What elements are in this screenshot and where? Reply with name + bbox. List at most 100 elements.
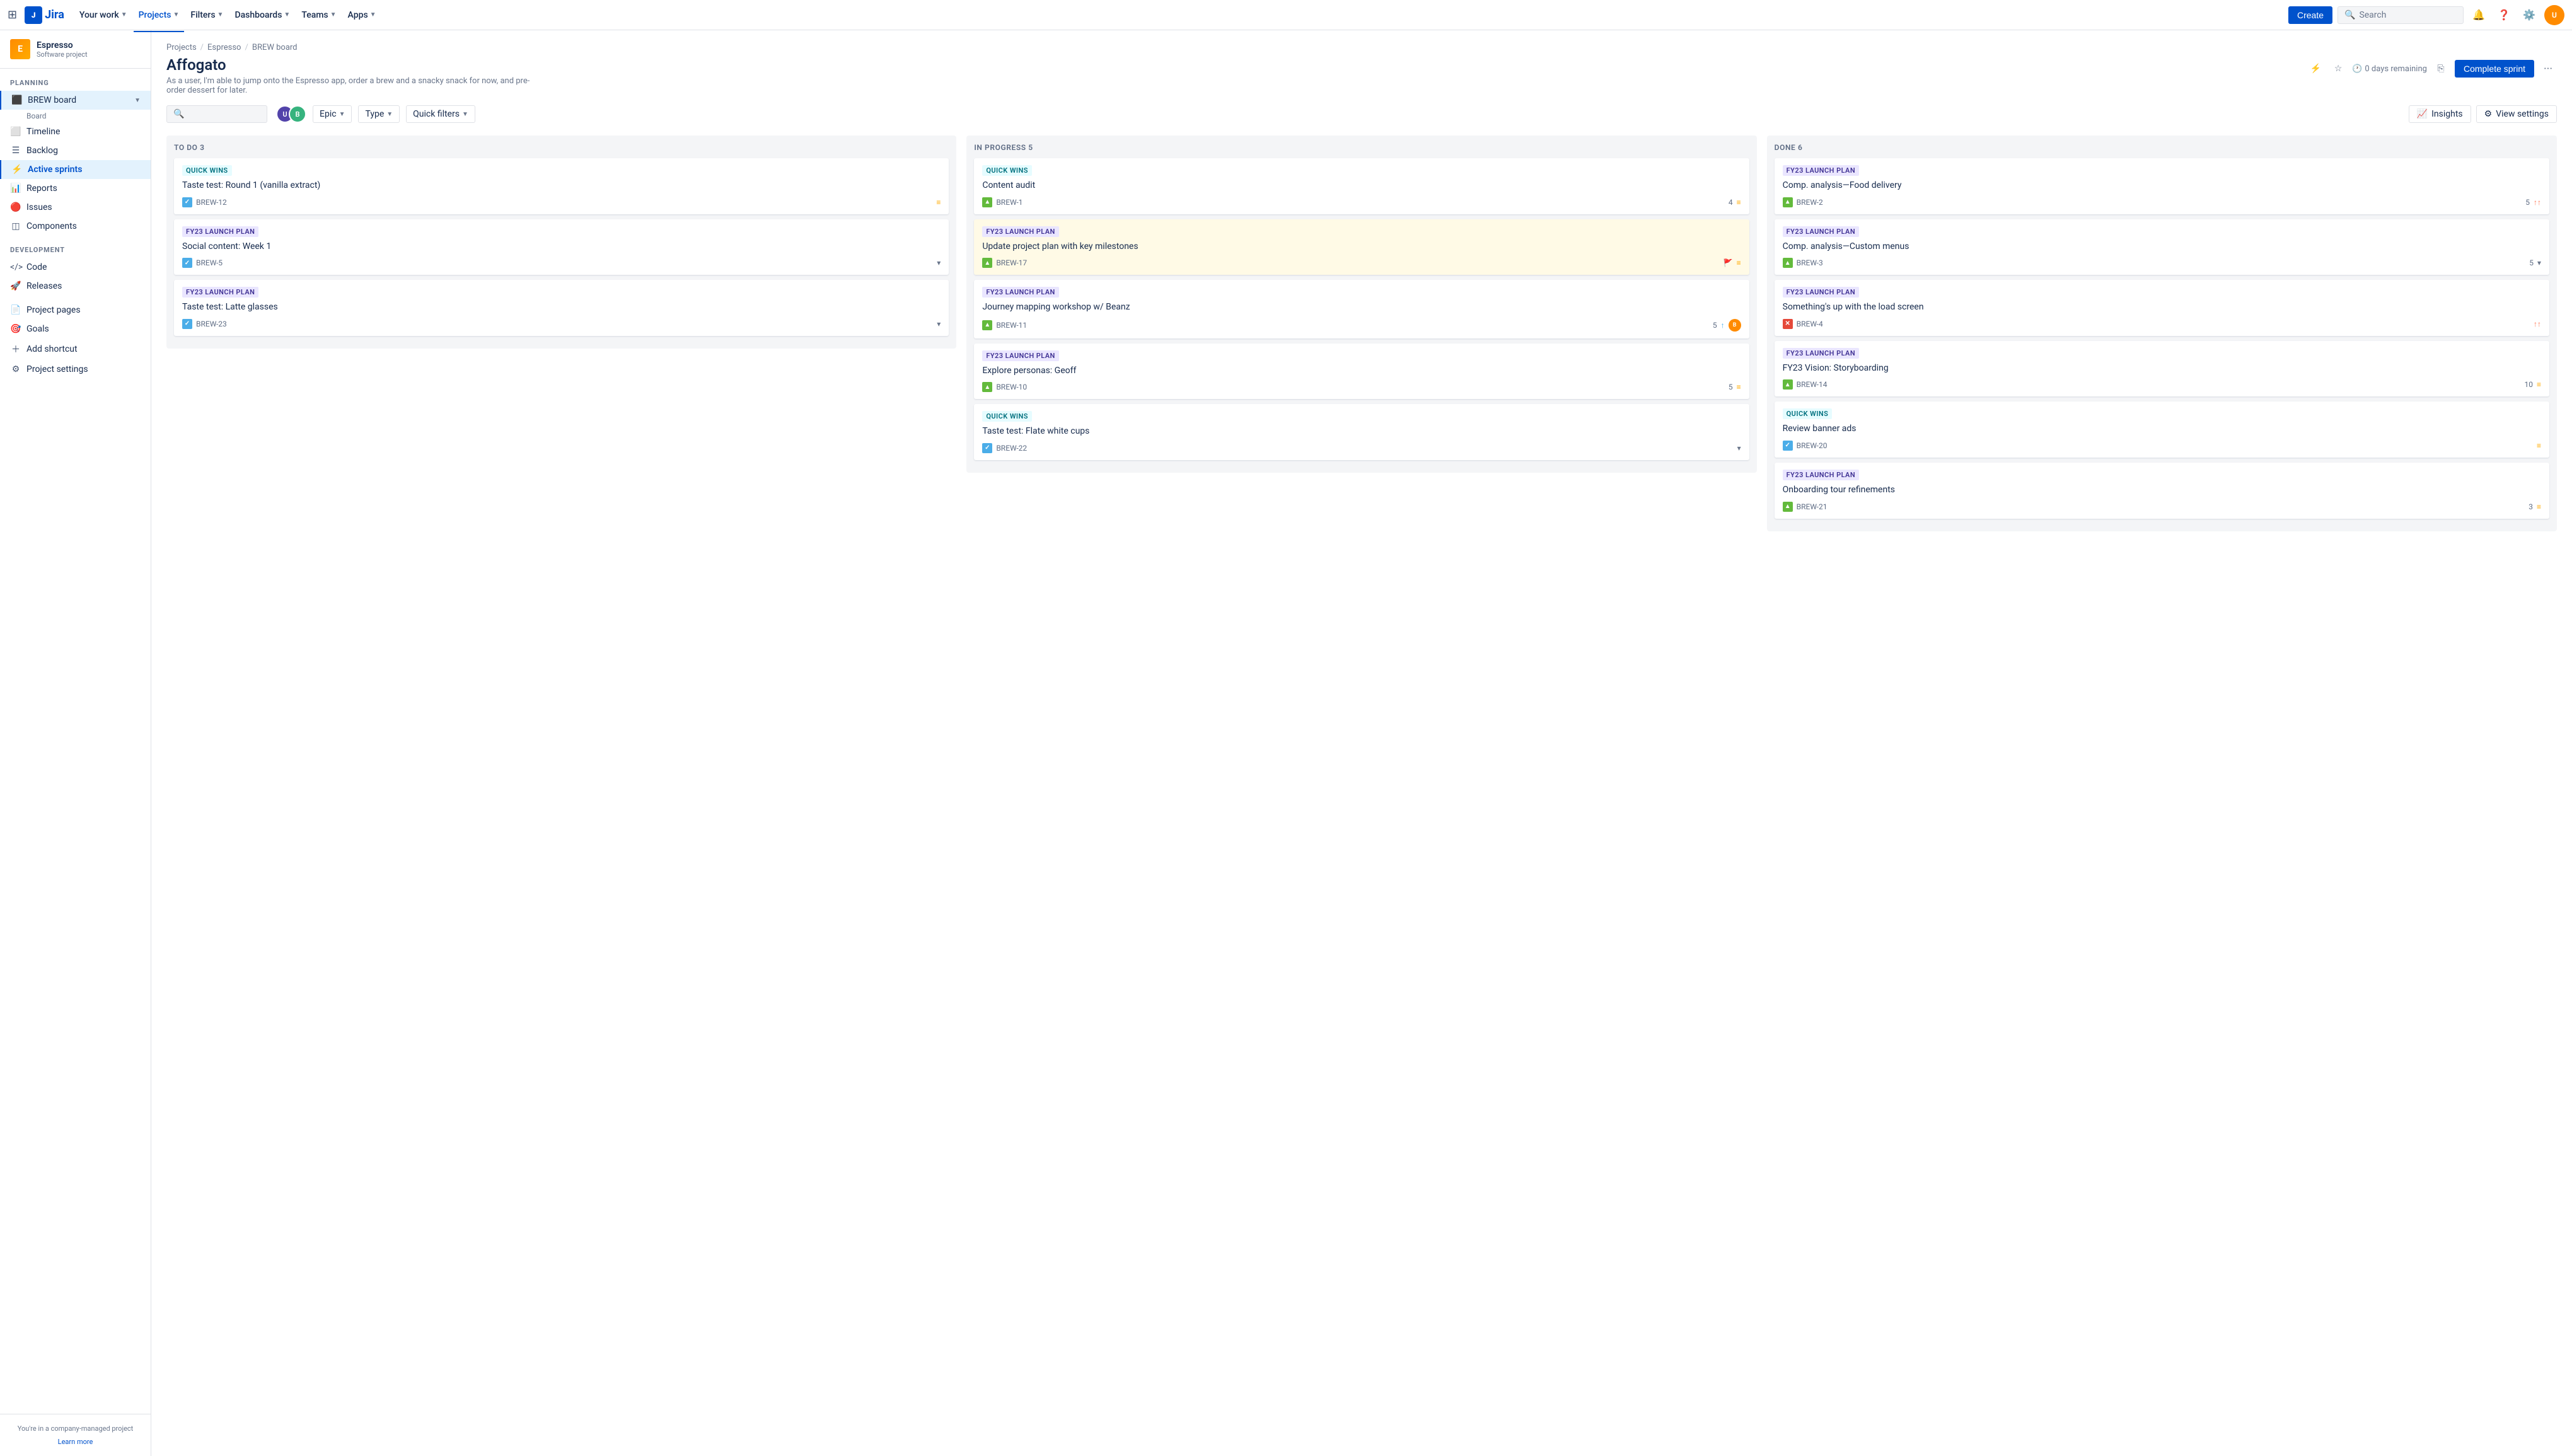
card-footer-left-brew-23: ✓ BREW-23: [182, 319, 227, 329]
nav-dashboards[interactable]: Dashboards ▼: [229, 6, 295, 24]
card-footer-brew-2: ▲ BREW-2 5 ↑↑: [1783, 197, 2541, 207]
jira-logo[interactable]: J Jira: [25, 6, 64, 24]
help-button[interactable]: ❓: [2494, 5, 2514, 25]
card-footer-right-brew-1: 4 ≡: [1729, 198, 1741, 207]
sidebar-item-issues[interactable]: 🔴 Issues: [0, 198, 151, 217]
card-id-brew-3: BREW-3: [1797, 258, 1823, 267]
card-brew-20[interactable]: QUICK WINS Review banner ads ✓ BREW-20 ≡: [1775, 402, 2549, 458]
sidebar-item-project-settings[interactable]: ⚙ Project settings: [0, 360, 151, 379]
development-section-label: DEVELOPMENT: [0, 236, 151, 258]
card-brew-23[interactable]: FY23 LAUNCH PLAN Taste test: Latte glass…: [174, 280, 949, 336]
quick-filters-button[interactable]: Quick filters ▼: [406, 105, 475, 123]
card-brew-14[interactable]: FY23 LAUNCH PLAN FY23 Vision: Storyboard…: [1775, 341, 2549, 397]
nav-apps[interactable]: Apps ▼: [343, 6, 381, 24]
card-id-brew-1: BREW-1: [996, 198, 1022, 207]
card-brew-5[interactable]: FY23 LAUNCH PLAN Social content: Week 1 …: [174, 219, 949, 275]
sidebar-item-timeline[interactable]: ⬜ Timeline: [0, 122, 151, 141]
nav-projects[interactable]: Projects ▼: [134, 6, 185, 24]
card-brew-4[interactable]: FY23 LAUNCH PLAN Something's up with the…: [1775, 280, 2549, 336]
card-brew-21[interactable]: FY23 LAUNCH PLAN Onboarding tour refinem…: [1775, 463, 2549, 519]
card-footer-right-brew-5: ▾: [937, 258, 941, 267]
card-brew-2[interactable]: FY23 LAUNCH PLAN Comp. analysis—Food del…: [1775, 158, 2549, 214]
card-brew-3[interactable]: FY23 LAUNCH PLAN Comp. analysis—Custom m…: [1775, 219, 2549, 275]
insights-button[interactable]: 📈 Insights: [2409, 105, 2471, 123]
page-header-left: Affogato As a user, I'm able to jump ont…: [166, 56, 2307, 95]
type-chevron-icon: ▼: [386, 111, 393, 118]
sidebar-item-active-sprints[interactable]: ⚡ Active sprints: [0, 160, 151, 179]
card-brew-17[interactable]: FY23 LAUNCH PLAN Update project plan wit…: [974, 219, 1749, 275]
priority-icon-brew-1: ≡: [1737, 198, 1741, 207]
sidebar-item-board-sub[interactable]: Board: [0, 110, 151, 122]
grid-icon[interactable]: ⊞: [8, 8, 17, 21]
card-footer-left-brew-17: ▲ BREW-17: [982, 258, 1027, 268]
card-title-brew-20: Review banner ads: [1783, 423, 2541, 436]
bug-icon-brew-4: ✕: [1783, 319, 1793, 329]
card-id-brew-10: BREW-10: [996, 383, 1027, 391]
epic-badge-brew-20: QUICK WINS: [1783, 408, 1833, 419]
card-footer-left-brew-2: ▲ BREW-2: [1783, 197, 1823, 207]
card-footer-right-brew-11: 5 ↑ B: [1713, 319, 1741, 332]
breadcrumb-espresso[interactable]: Espresso: [207, 43, 241, 52]
priority-icon-brew-2: ↑↑: [2534, 198, 2541, 207]
filters-chevron: ▼: [217, 11, 224, 18]
priority-icon-brew-12: ≡: [936, 198, 941, 207]
apps-chevron: ▼: [370, 11, 376, 18]
sidebar-item-goals[interactable]: 🎯 Goals: [0, 320, 151, 338]
more-actions-button[interactable]: ···: [2539, 60, 2557, 78]
priority-icon-brew-10: ≡: [1737, 383, 1741, 391]
card-footer-left-brew-14: ▲ BREW-14: [1783, 379, 1828, 390]
card-footer-brew-1: ▲ BREW-1 4 ≡: [982, 197, 1741, 207]
story-icon-brew-3: ▲: [1783, 258, 1793, 268]
projects-chevron: ▼: [173, 11, 179, 18]
card-footer-left-brew-20: ✓ BREW-20: [1783, 441, 1828, 451]
footer-text: You're in a company-managed project: [0, 1419, 151, 1438]
card-footer-brew-23: ✓ BREW-23 ▾: [182, 319, 941, 329]
sidebar-item-code[interactable]: </> Code: [0, 258, 151, 277]
nav-teams[interactable]: Teams ▼: [296, 6, 341, 24]
points-brew-21: 3: [2529, 502, 2533, 511]
priority-icon-brew-21: ≡: [2537, 502, 2541, 511]
share-icon-button[interactable]: ⎘: [2432, 60, 2450, 78]
nav-filters[interactable]: Filters ▼: [185, 6, 228, 24]
avatar-brew-11: B: [1729, 319, 1741, 332]
components-icon: ◫: [10, 221, 21, 231]
avatar-user-2[interactable]: B: [289, 105, 306, 123]
epic-filter-button[interactable]: Epic ▼: [313, 105, 352, 123]
card-brew-12[interactable]: QUICK WINS Taste test: Round 1 (vanilla …: [174, 158, 949, 214]
card-brew-10[interactable]: FY23 LAUNCH PLAN Explore personas: Geoff…: [974, 344, 1749, 400]
sidebar-item-releases[interactable]: 🚀 Releases: [0, 277, 151, 296]
project-settings-icon: ⚙: [10, 364, 21, 374]
create-button[interactable]: Create: [2288, 6, 2332, 24]
user-avatar[interactable]: U: [2544, 5, 2564, 25]
board-search-field[interactable]: 🔍: [166, 105, 267, 123]
story-icon-brew-2: ▲: [1783, 197, 1793, 207]
brew-board-expand-icon: ▼: [134, 97, 141, 104]
card-title-brew-3: Comp. analysis—Custom menus: [1783, 241, 2541, 253]
sidebar-item-reports[interactable]: 📊 Reports: [0, 179, 151, 198]
points-brew-2: 5: [2525, 198, 2530, 207]
sidebar-item-brew-board[interactable]: ⬛ BREW board ▼: [0, 91, 151, 110]
complete-sprint-button[interactable]: Complete sprint: [2455, 60, 2534, 78]
search-box[interactable]: 🔍 Search: [2337, 6, 2464, 24]
breadcrumb-brew-board[interactable]: BREW board: [252, 43, 298, 52]
learn-more-link[interactable]: Learn more: [0, 1438, 151, 1451]
sidebar-item-add-shortcut[interactable]: ＋ Add shortcut: [0, 338, 151, 360]
card-brew-11[interactable]: FY23 LAUNCH PLAN Journey mapping worksho…: [974, 280, 1749, 338]
topnav-right-actions: Create 🔍 Search 🔔 ❓ ⚙️ U: [2288, 5, 2564, 25]
breadcrumb-projects[interactable]: Projects: [166, 43, 197, 52]
star-icon-button[interactable]: ☆: [2329, 60, 2347, 78]
card-title-brew-1: Content audit: [982, 180, 1741, 192]
sidebar-item-project-pages[interactable]: 📄 Project pages: [0, 301, 151, 320]
lightning-icon-button[interactable]: ⚡: [2307, 60, 2324, 78]
card-brew-22[interactable]: QUICK WINS Taste test: Flate white cups …: [974, 404, 1749, 460]
notifications-button[interactable]: 🔔: [2469, 5, 2489, 25]
nav-your-work[interactable]: Your work ▼: [74, 6, 132, 24]
card-brew-1[interactable]: QUICK WINS Content audit ▲ BREW-1 4 ≡: [974, 158, 1749, 214]
card-title-brew-14: FY23 Vision: Storyboarding: [1783, 362, 2541, 375]
sidebar-item-components[interactable]: ◫ Components: [0, 217, 151, 236]
sidebar-item-backlog[interactable]: ☰ Backlog: [0, 141, 151, 160]
settings-button[interactable]: ⚙️: [2519, 5, 2539, 25]
view-settings-button[interactable]: ⚙ View settings: [2476, 105, 2557, 123]
type-filter-button[interactable]: Type ▼: [358, 105, 400, 123]
epic-badge-quick-wins: QUICK WINS: [182, 165, 232, 176]
